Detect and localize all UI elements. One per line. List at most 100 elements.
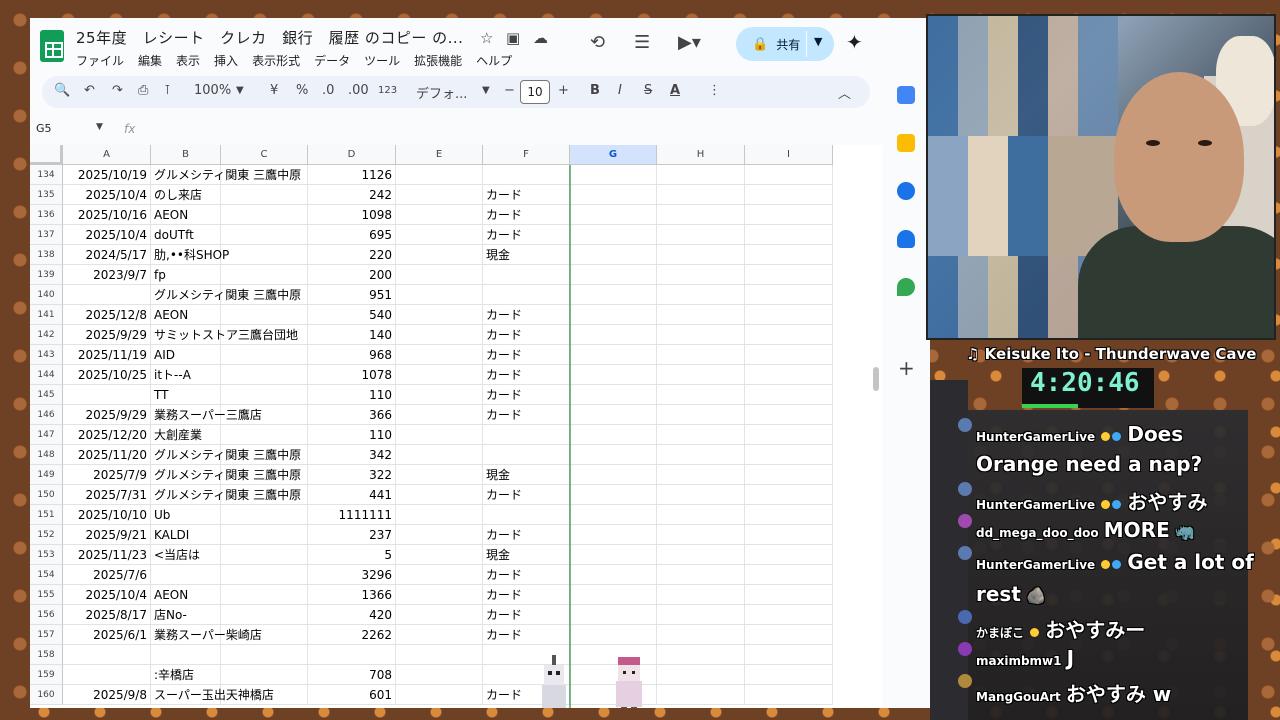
meet-icon[interactable]: ▶▾ bbox=[678, 32, 701, 53]
cell-d[interactable]: 110 bbox=[308, 385, 396, 405]
row-number[interactable]: 150 bbox=[30, 485, 63, 505]
cell-d[interactable]: 342 bbox=[308, 445, 396, 465]
cell-a[interactable]: 2025/12/8 bbox=[63, 305, 151, 325]
row-number[interactable]: 159 bbox=[30, 665, 63, 685]
percent-format-button[interactable]: % bbox=[296, 83, 308, 98]
cell-i[interactable] bbox=[745, 185, 833, 205]
cell-d[interactable]: 2262 bbox=[308, 625, 396, 645]
cell-h[interactable] bbox=[657, 485, 745, 505]
cell-e[interactable] bbox=[396, 665, 483, 685]
cell-d[interactable]: 200 bbox=[308, 265, 396, 285]
cell-c[interactable] bbox=[221, 305, 308, 325]
cell-d[interactable] bbox=[308, 645, 396, 665]
cell-h[interactable] bbox=[657, 365, 745, 385]
calendar-icon[interactable] bbox=[897, 86, 915, 104]
cell-a[interactable]: 2025/6/1 bbox=[63, 625, 151, 645]
column-header-c[interactable]: C bbox=[221, 145, 308, 165]
cell-g[interactable] bbox=[570, 525, 657, 545]
cell-a[interactable]: 2025/12/20 bbox=[63, 425, 151, 445]
cell-d[interactable]: 3296 bbox=[308, 565, 396, 585]
column-header-f[interactable]: F bbox=[483, 145, 570, 165]
cell-f[interactable]: カード bbox=[483, 485, 570, 505]
cell-b[interactable]: Ub bbox=[151, 505, 221, 525]
cell-d[interactable]: 695 bbox=[308, 225, 396, 245]
cell-h[interactable] bbox=[657, 305, 745, 325]
cell-f[interactable]: 現金 bbox=[483, 465, 570, 485]
row-number[interactable]: 145 bbox=[30, 385, 63, 405]
cell-b[interactable]: doUTft bbox=[151, 225, 221, 245]
cell-h[interactable] bbox=[657, 525, 745, 545]
tasks-icon[interactable] bbox=[897, 182, 915, 200]
cell-h[interactable] bbox=[657, 425, 745, 445]
cell-c[interactable] bbox=[221, 425, 308, 445]
cell-e[interactable] bbox=[396, 345, 483, 365]
share-button[interactable]: 🔒 共有 ▼ bbox=[736, 27, 834, 61]
more-options-icon[interactable]: ⋮ bbox=[708, 83, 721, 98]
font-size-decrease-icon[interactable]: − bbox=[504, 83, 515, 98]
row-number[interactable]: 158 bbox=[30, 645, 63, 665]
cell-i[interactable] bbox=[745, 505, 833, 525]
cell-d[interactable]: 5 bbox=[308, 545, 396, 565]
row-number[interactable]: 155 bbox=[30, 585, 63, 605]
cell-b[interactable]: グルメシティ関東 三鷹中原 bbox=[151, 445, 301, 465]
cell-e[interactable] bbox=[396, 165, 483, 185]
cell-i[interactable] bbox=[745, 485, 833, 505]
cell-e[interactable] bbox=[396, 325, 483, 345]
cell-b[interactable]: <当店は bbox=[151, 545, 221, 565]
cell-d[interactable]: 540 bbox=[308, 305, 396, 325]
row-number[interactable]: 148 bbox=[30, 445, 63, 465]
cell-b[interactable]: スーパー玉出天神橋店 bbox=[151, 685, 274, 705]
cell-b[interactable]: 業務スーパー柴崎店 bbox=[151, 625, 262, 645]
cell-b[interactable]: itト--A bbox=[151, 365, 221, 385]
cell-d[interactable]: 1126 bbox=[308, 165, 396, 185]
cell-i[interactable] bbox=[745, 625, 833, 645]
cell-a[interactable] bbox=[63, 285, 151, 305]
cell-e[interactable] bbox=[396, 645, 483, 665]
cell-i[interactable] bbox=[745, 425, 833, 445]
cell-i[interactable] bbox=[745, 265, 833, 285]
menu-data[interactable]: データ bbox=[314, 52, 350, 69]
menu-edit[interactable]: 編集 bbox=[138, 52, 162, 69]
cell-d[interactable]: 951 bbox=[308, 285, 396, 305]
cell-c[interactable] bbox=[221, 185, 308, 205]
cell-e[interactable] bbox=[396, 265, 483, 285]
cell-g[interactable] bbox=[570, 365, 657, 385]
cell-b[interactable]: 業務スーパー三鷹店 bbox=[151, 405, 262, 425]
menu-insert[interactable]: 挿入 bbox=[214, 52, 238, 69]
cell-b[interactable]: 大創産業 bbox=[151, 425, 221, 445]
cell-i[interactable] bbox=[745, 445, 833, 465]
column-header-e[interactable]: E bbox=[396, 145, 483, 165]
cell-i[interactable] bbox=[745, 345, 833, 365]
cell-f[interactable]: 現金 bbox=[483, 245, 570, 265]
menu-extensions[interactable]: 拡張機能 bbox=[414, 52, 462, 69]
cell-f[interactable]: カード bbox=[483, 385, 570, 405]
cell-g[interactable] bbox=[570, 565, 657, 585]
cell-a[interactable]: 2023/9/7 bbox=[63, 265, 151, 285]
cell-f[interactable]: カード bbox=[483, 305, 570, 325]
print-icon[interactable]: ⎙ bbox=[138, 83, 148, 98]
cell-d[interactable]: 322 bbox=[308, 465, 396, 485]
cell-d[interactable]: 366 bbox=[308, 405, 396, 425]
cell-b[interactable]: グルメシティ関東 三鷹中原 bbox=[151, 485, 301, 505]
undo-icon[interactable]: ↶ bbox=[84, 83, 95, 98]
row-number[interactable]: 152 bbox=[30, 525, 63, 545]
menu-format[interactable]: 表示形式 bbox=[252, 52, 300, 69]
cell-h[interactable] bbox=[657, 585, 745, 605]
cell-h[interactable] bbox=[657, 405, 745, 425]
cell-c[interactable] bbox=[221, 245, 308, 265]
cell-f[interactable]: カード bbox=[483, 405, 570, 425]
row-number[interactable]: 135 bbox=[30, 185, 63, 205]
row-number[interactable]: 137 bbox=[30, 225, 63, 245]
row-number[interactable]: 139 bbox=[30, 265, 63, 285]
search-menus-icon[interactable]: 🔍 bbox=[54, 83, 70, 98]
cell-a[interactable]: 2025/7/9 bbox=[63, 465, 151, 485]
cell-h[interactable] bbox=[657, 345, 745, 365]
maps-icon[interactable] bbox=[897, 278, 915, 296]
row-number[interactable]: 140 bbox=[30, 285, 63, 305]
cell-h[interactable] bbox=[657, 625, 745, 645]
row-number[interactable]: 153 bbox=[30, 545, 63, 565]
cell-a[interactable]: 2025/10/4 bbox=[63, 225, 151, 245]
cell-a[interactable]: 2025/9/8 bbox=[63, 685, 151, 705]
cell-g[interactable] bbox=[570, 425, 657, 445]
cell-f[interactable]: カード bbox=[483, 365, 570, 385]
